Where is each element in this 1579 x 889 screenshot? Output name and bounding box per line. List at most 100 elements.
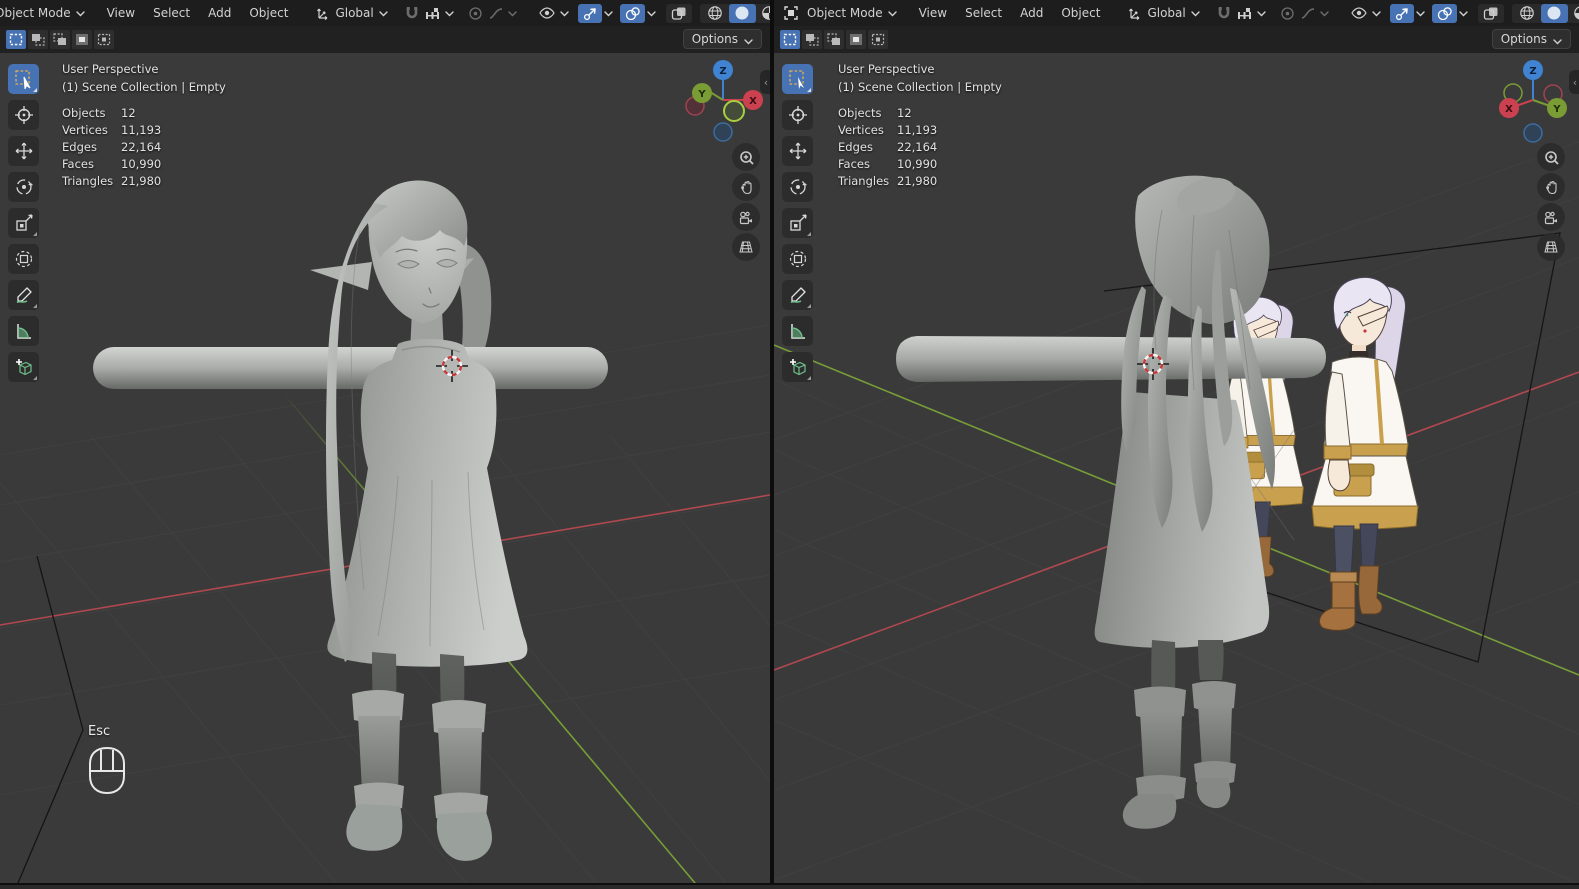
mode-dropdown[interactable]: Object Mode <box>802 4 902 23</box>
proportional-edit-toggle[interactable] <box>1277 4 1298 23</box>
select-mode-subtract[interactable] <box>824 30 844 49</box>
shading-material-button[interactable] <box>756 4 770 23</box>
stat-value: 21,980 <box>121 174 162 188</box>
select-mode-new[interactable] <box>6 30 26 49</box>
menu-add[interactable]: Add <box>1011 0 1052 26</box>
select-mode-invert[interactable] <box>72 30 92 49</box>
snap-settings-dropdown[interactable] <box>422 4 457 23</box>
tool-cursor[interactable] <box>782 100 813 130</box>
menu-select[interactable]: Select <box>144 0 199 26</box>
viewport-divider[interactable] <box>770 0 774 889</box>
visibility-dropdown[interactable] <box>1348 4 1384 23</box>
proportional-edit-toggle[interactable] <box>465 4 486 23</box>
tool-annotate[interactable] <box>8 280 39 310</box>
shading-wireframe-button[interactable] <box>1514 4 1541 23</box>
zoom-button[interactable] <box>1537 143 1565 171</box>
zoom-button[interactable] <box>732 143 760 171</box>
stat-label: Edges <box>838 140 873 154</box>
gizmo-dropdown[interactable] <box>1414 4 1427 23</box>
sidebar-collapse-arrow[interactable]: ‹ <box>760 70 770 94</box>
stat-label: Faces <box>62 157 94 171</box>
ortho-grid-button[interactable] <box>732 233 760 261</box>
nav-gizmo-left[interactable]: Y X Z <box>678 56 768 150</box>
menu-select[interactable]: Select <box>956 0 1011 26</box>
tool-add-cube[interactable] <box>8 352 39 382</box>
select-mode-extend[interactable] <box>28 30 48 49</box>
options-dropdown[interactable]: Options <box>682 29 762 49</box>
menu-object[interactable]: Object <box>1052 0 1109 26</box>
visibility-dropdown[interactable] <box>536 4 572 23</box>
tool-rotate[interactable] <box>8 172 39 202</box>
menu-object[interactable]: Object <box>240 0 297 26</box>
transform-orientation-dropdown[interactable]: Global <box>1123 4 1204 23</box>
tool-move[interactable] <box>782 136 813 166</box>
select-mode-intersect[interactable] <box>94 30 114 49</box>
sidebar-collapse-arrow[interactable]: ‹ <box>1569 70 1579 94</box>
show-overlays-toggle[interactable] <box>619 3 645 23</box>
tool-select-box[interactable] <box>8 64 39 94</box>
select-mode-new[interactable] <box>780 30 800 49</box>
context-label: (1) Scene Collection | Empty <box>62 80 226 94</box>
show-gizmo-toggle[interactable] <box>577 3 602 23</box>
tool-measure[interactable] <box>782 316 813 346</box>
shading-solid-button[interactable] <box>1540 3 1568 23</box>
tool-select-box[interactable] <box>782 64 813 94</box>
gizmo-axis-neg-y[interactable] <box>723 100 745 122</box>
proportional-falloff-dropdown[interactable] <box>486 4 520 23</box>
tool-transform[interactable] <box>8 244 39 274</box>
tool-add-cube[interactable] <box>782 352 813 382</box>
toolbar-left <box>8 64 39 388</box>
stat-label: Objects <box>62 106 106 120</box>
transform-orientation-dropdown[interactable]: Global <box>311 4 392 23</box>
nav-gizmo-right[interactable]: X Y Z <box>1488 56 1578 150</box>
viewport-3d-left[interactable]: Object Mode View Select Add Object Globa… <box>0 0 770 883</box>
camera-view-button[interactable] <box>1537 203 1565 231</box>
ortho-grid-button[interactable] <box>1537 233 1565 261</box>
tool-annotate[interactable] <box>782 280 813 310</box>
gizmo-dropdown[interactable] <box>602 4 615 23</box>
xray-toggle[interactable] <box>1477 3 1504 23</box>
select-mode-subtract[interactable] <box>50 30 70 49</box>
tool-move[interactable] <box>8 136 39 166</box>
gizmo-z-label: Z <box>1529 66 1536 77</box>
show-overlays-toggle[interactable] <box>1431 3 1457 23</box>
menu-add[interactable]: Add <box>199 0 240 26</box>
pan-hand-button[interactable] <box>1537 173 1565 201</box>
viewport-3d-right[interactable]: Object Mode View Select Add Object Globa… <box>774 0 1579 883</box>
gizmo-y-label: Y <box>1552 104 1561 115</box>
select-mode-extend[interactable] <box>802 30 822 49</box>
shading-material-button[interactable] <box>1568 4 1579 23</box>
viewport-header-left: Object Mode View Select Add Object Globa… <box>0 0 770 26</box>
gizmo-axis-neg-z[interactable] <box>1523 123 1543 143</box>
snap-toggle[interactable] <box>1213 4 1234 23</box>
snap-settings-dropdown[interactable] <box>1234 4 1269 23</box>
model-arm-bar[interactable] <box>93 347 608 389</box>
proportional-falloff-dropdown[interactable] <box>1298 4 1332 23</box>
tool-rotate[interactable] <box>782 172 813 202</box>
options-dropdown[interactable]: Options <box>1491 29 1571 49</box>
xray-toggle[interactable] <box>665 3 692 23</box>
overlays-dropdown[interactable] <box>645 4 658 23</box>
show-gizmo-toggle[interactable] <box>1389 3 1414 23</box>
tool-transform[interactable] <box>782 244 813 274</box>
gizmo-axis-neg-z[interactable] <box>713 122 733 142</box>
tool-measure[interactable] <box>8 316 39 346</box>
menu-view[interactable]: View <box>910 0 956 26</box>
mode-dropdown[interactable]: Object Mode <box>0 4 90 23</box>
select-mode-invert[interactable] <box>846 30 866 49</box>
options-label: Options <box>691 32 738 46</box>
pan-hand-button[interactable] <box>732 173 760 201</box>
select-mode-intersect[interactable] <box>868 30 888 49</box>
options-label: Options <box>1500 32 1547 46</box>
camera-view-button[interactable] <box>732 203 760 231</box>
menu-view[interactable]: View <box>98 0 144 26</box>
tool-cursor[interactable] <box>8 100 39 130</box>
tool-scale[interactable] <box>8 208 39 238</box>
shading-solid-button[interactable] <box>728 3 756 23</box>
editor-type-dropdown[interactable] <box>780 4 802 23</box>
snap-toggle[interactable] <box>401 4 422 23</box>
overlays-dropdown[interactable] <box>1457 4 1470 23</box>
tool-scale[interactable] <box>782 208 813 238</box>
gizmo-y-label: Y <box>697 89 706 100</box>
shading-wireframe-button[interactable] <box>702 4 729 23</box>
